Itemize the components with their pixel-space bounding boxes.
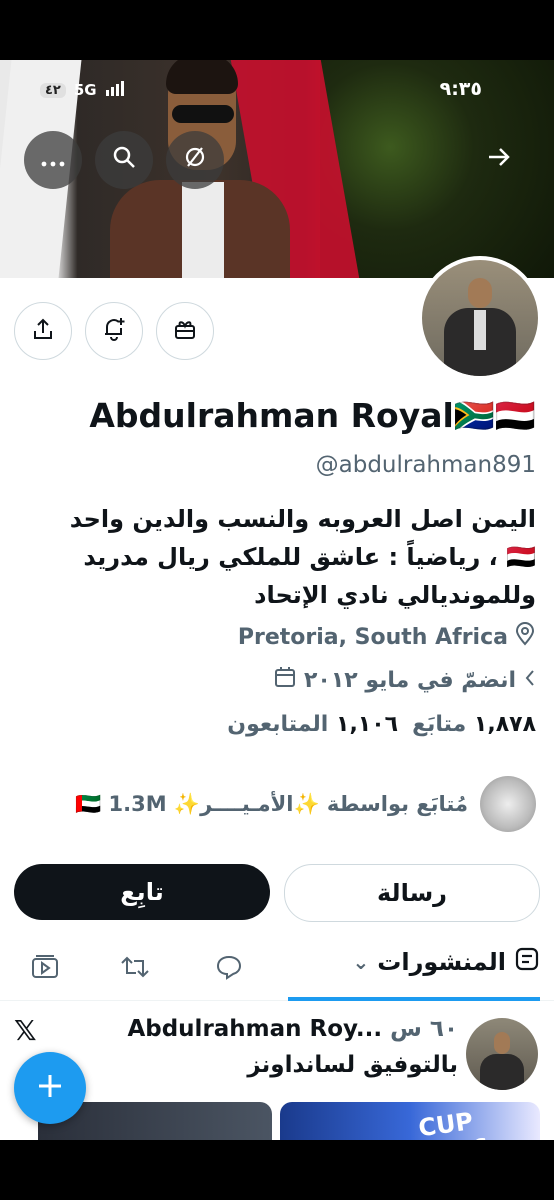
video-icon [30,954,60,984]
location-text: Pretoria, South Africa [237,624,508,650]
tab-reposts[interactable] [118,952,152,986]
bio-line: اليمن اصل العروبه والنسب والدين واحد [69,505,536,533]
compose-button[interactable] [14,1052,86,1124]
profile-name: Abdulrahman Royal🇿🇦🇾🇪 [89,396,536,435]
tweet-media-1[interactable]: CUP 2026 [280,1102,540,1140]
profile-location: Pretoria, South Africa [238,622,536,652]
gift-button[interactable] [156,302,214,360]
profile-screen: ٤٢ 5G ٩:٣٥ Abdulrahman Royal🇿🇦🇾🇪 @abdulr… [0,60,554,1140]
repost-icon [120,955,150,983]
tweet-time: ٦٠ س [390,1016,458,1042]
more-icon [41,148,65,173]
tweet-avatar[interactable] [466,1018,538,1090]
share-icon [31,317,55,345]
share-button[interactable] [14,302,72,360]
following-label: متابَع [412,712,467,737]
more-button[interactable] [24,131,82,189]
grok-button[interactable] [166,131,224,189]
follow-button[interactable]: تابِع [14,864,270,920]
followers-link[interactable]: ١,١٠٦ المتابعون [227,712,398,737]
forward-button[interactable] [470,131,528,189]
tweet-item[interactable]: Abdulrahman Roy... ٦٠ س بالتوفيق لسانداو… [0,1002,554,1140]
tweet-header: Abdulrahman Roy... ٦٠ س [127,1016,458,1042]
chevron-left-icon [524,668,536,693]
notify-button[interactable] [85,302,143,360]
followers-label: المتابعون [227,712,329,737]
profile-avatar[interactable] [418,256,542,380]
follower-avatar [480,776,536,832]
reply-icon [215,954,243,984]
circle-slash-icon [182,144,208,176]
profile-bio: اليمن اصل العروبه والنسب والدين واحد 🇾🇪 … [16,500,536,614]
plus-icon [35,1065,65,1111]
followed-by[interactable]: مُتابَع بواسطة ✨الأمـيــــر✨ 🇦🇪 1.3M [75,776,536,832]
follow-counts: ١,٨٧٨ متابَع ١,١٠٦ المتابعون [227,712,536,737]
tab-indicator [288,997,540,1001]
tab-posts[interactable]: المنشورات ⌄ [352,946,540,978]
tab-posts-label: المنشورات [377,948,506,976]
top-bezel [0,0,554,60]
posts-tab-icon [514,946,540,978]
bio-line: وللمونديالي نادي الإتحاد [254,581,536,609]
following-count: ١,٨٧٨ [473,712,536,737]
tab-media[interactable] [28,952,62,986]
battery-indicator: ٤٢ [40,82,66,98]
media-text: CUP 2026 [416,1107,491,1140]
network-label: 5G [73,81,97,99]
tab-replies[interactable] [212,952,246,986]
tweet-author[interactable]: Abdulrahman Roy... [127,1016,382,1042]
profile-tabs: المنشورات ⌄ [0,938,554,1001]
calendar-icon [274,666,296,694]
followers-count: ١,١٠٦ [336,712,399,737]
signal-icon [105,80,127,100]
arrow-right-icon [487,147,511,173]
bottom-bezel [0,1140,554,1200]
message-button[interactable]: رسالة [284,864,540,922]
status-icons: ٤٢ 5G [40,80,127,100]
chevron-down-icon: ⌄ [352,950,370,974]
bell-plus-icon [101,316,127,346]
search-icon [112,145,136,175]
search-button[interactable] [95,131,153,189]
profile-joined: انضمّ في مايو ٢٠١٢ [274,666,536,694]
following-link[interactable]: ١,٨٧٨ متابَع [412,712,536,737]
status-time: ٩:٣٥ [439,78,482,100]
gift-icon [172,316,198,346]
joined-text: انضمّ في مايو ٢٠١٢ [303,667,516,693]
pin-icon [514,622,536,652]
x-logo-icon: 𝕏 [14,1014,37,1047]
profile-handle: @abdulrahman891 [315,452,536,478]
tweet-text: بالتوفيق لسانداونز [247,1052,458,1078]
followed-by-text: مُتابَع بواسطة ✨الأمـيــــر✨ 🇦🇪 1.3M [75,791,468,816]
bio-line: 🇾🇪 ، رياضياً : عاشق للملكي ريال مدريد [83,543,536,571]
